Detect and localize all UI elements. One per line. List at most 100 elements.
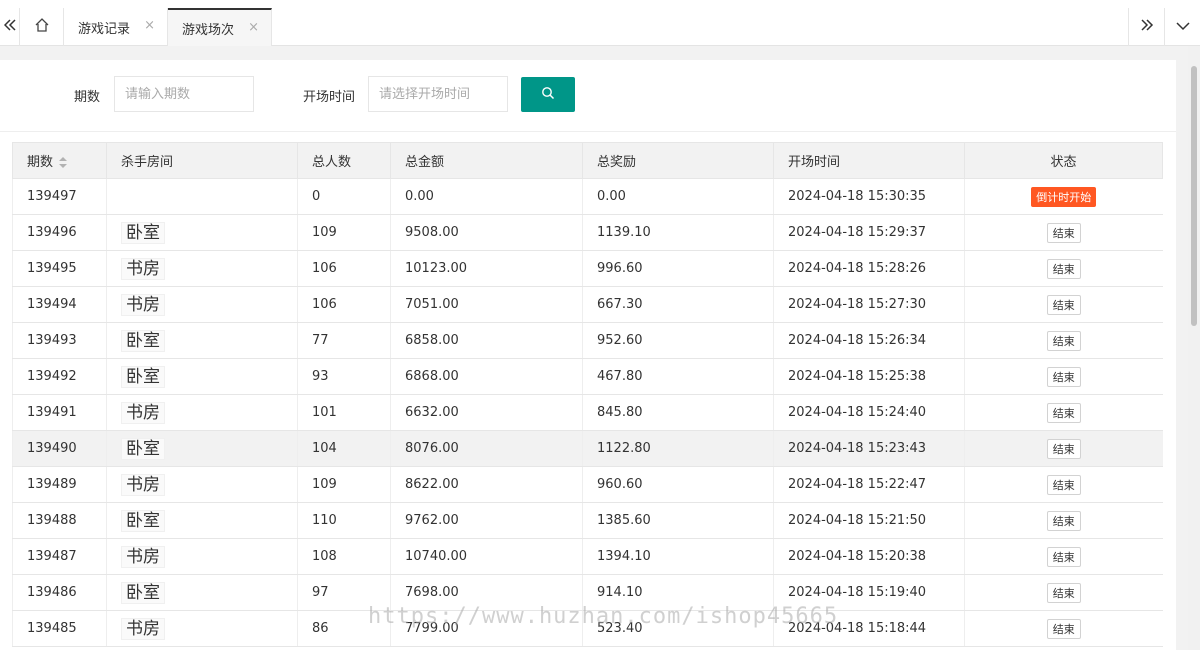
- cell-players: 86: [297, 610, 391, 647]
- cell-room: 书房: [106, 286, 298, 323]
- cell-amount: 6868.00: [390, 358, 583, 395]
- cell-amount: 9762.00: [390, 502, 583, 539]
- close-icon[interactable]: ×: [248, 20, 259, 35]
- home-tab[interactable]: [20, 8, 64, 46]
- cell-players: 97: [297, 574, 391, 611]
- cell-start-time: 2024-04-18 15:20:38: [773, 538, 965, 575]
- sort-icon[interactable]: [59, 156, 68, 169]
- cell-reward: 914.10: [582, 574, 774, 611]
- tab-game-records[interactable]: 游戏记录 ×: [64, 8, 168, 46]
- cell-status: 结束: [964, 538, 1163, 575]
- cell-start-time: 2024-04-18 15:26:34: [773, 322, 965, 359]
- cell-room: 卧室: [106, 322, 298, 359]
- search-button[interactable]: [521, 77, 575, 112]
- cell-period: 139487: [12, 538, 107, 575]
- cell-reward: 467.80: [582, 358, 774, 395]
- period-input[interactable]: [114, 76, 254, 112]
- cell-amount: 10740.00: [390, 538, 583, 575]
- tab-scroll-left-button[interactable]: [0, 8, 20, 46]
- room-name: 卧室: [121, 581, 165, 604]
- room-name: 书房: [121, 401, 165, 424]
- cell-reward: 1385.60: [582, 502, 774, 539]
- tab-bar: 游戏记录 × 游戏场次 ×: [0, 0, 1200, 46]
- tab-menu-button[interactable]: [1164, 8, 1200, 46]
- cell-start-time: 2024-04-18 15:18:44: [773, 610, 965, 647]
- start-time-input[interactable]: [368, 76, 508, 112]
- status-badge: 结束: [1046, 366, 1081, 387]
- status-badge: 结束: [1046, 222, 1081, 243]
- cell-status: 结束: [964, 322, 1163, 359]
- cell-period: 139494: [12, 286, 107, 323]
- room-name: 卧室: [121, 221, 165, 244]
- status-badge: 结束: [1046, 258, 1081, 279]
- cell-start-time: 2024-04-18 15:21:50: [773, 502, 965, 539]
- vertical-scrollbar[interactable]: [1188, 46, 1200, 650]
- cell-room: 卧室: [106, 574, 298, 611]
- status-badge: 倒计时开始: [1031, 186, 1097, 207]
- close-icon[interactable]: ×: [144, 18, 155, 33]
- cell-players: 77: [297, 322, 391, 359]
- cell-start-time: 2024-04-18 15:28:26: [773, 250, 965, 287]
- room-name: 卧室: [121, 365, 165, 388]
- status-badge: 结束: [1046, 582, 1081, 603]
- room-name: 卧室: [121, 437, 165, 460]
- cell-amount: 7799.00: [390, 610, 583, 647]
- cell-players: 101: [297, 394, 391, 431]
- cell-room: 卧室: [106, 358, 298, 395]
- cell-reward: 667.30: [582, 286, 774, 323]
- cell-reward: 996.60: [582, 250, 774, 287]
- table-row: 139486 卧室 97 7698.00 914.10 2024-04-18 15:19:…: [12, 574, 1163, 611]
- cell-status: 结束: [964, 250, 1163, 287]
- scrollbar-thumb[interactable]: [1191, 66, 1197, 326]
- cell-reward: 845.80: [582, 394, 774, 431]
- cell-period: 139490: [12, 430, 107, 467]
- period-label: 期数: [74, 90, 101, 105]
- table-row: 139491 书房 101 6632.00 845.80 2024-04-18 15:24…: [12, 394, 1163, 431]
- cell-players: 104: [297, 430, 391, 467]
- cell-amount: 9508.00: [390, 214, 583, 251]
- column-header-period[interactable]: 期数: [12, 142, 107, 179]
- column-header-players: 总人数: [297, 142, 391, 179]
- cell-players: 106: [297, 286, 391, 323]
- cell-amount: 8622.00: [390, 466, 583, 503]
- tab-game-sessions[interactable]: 游戏场次 ×: [168, 8, 272, 46]
- column-header-status: 状态: [964, 142, 1163, 179]
- cell-start-time: 2024-04-18 15:22:47: [773, 466, 965, 503]
- cell-start-time: 2024-04-18 15:29:37: [773, 214, 965, 251]
- cell-status: 结束: [964, 430, 1163, 467]
- cell-players: 106: [297, 250, 391, 287]
- room-name: 卧室: [121, 509, 165, 532]
- table-row: 139493 卧室 77 6858.00 952.60 2024-04-18 15:26:…: [12, 322, 1163, 359]
- cell-reward: 523.40: [582, 610, 774, 647]
- room-name: 书房: [121, 293, 165, 316]
- search-bar: 期数 开场时间: [0, 60, 1176, 132]
- cell-reward: 960.60: [582, 466, 774, 503]
- cell-room: 书房: [106, 394, 298, 431]
- cell-reward: 1394.10: [582, 538, 774, 575]
- cell-status: 结束: [964, 574, 1163, 611]
- status-badge: 结束: [1046, 330, 1081, 351]
- cell-room: [106, 178, 298, 215]
- cell-status: 结束: [964, 358, 1163, 395]
- cell-players: 0: [297, 178, 391, 215]
- column-header-room: 杀手房间: [106, 142, 298, 179]
- cell-players: 93: [297, 358, 391, 395]
- cell-period: 139495: [12, 250, 107, 287]
- cell-reward: 1139.10: [582, 214, 774, 251]
- status-badge: 结束: [1046, 510, 1081, 531]
- cell-period: 139497: [12, 178, 107, 215]
- column-header-start-time: 开场时间: [773, 142, 965, 179]
- cell-reward: 0.00: [582, 178, 774, 215]
- tab-scroll-right-button[interactable]: [1128, 8, 1164, 46]
- cell-amount: 0.00: [390, 178, 583, 215]
- status-badge: 结束: [1046, 438, 1081, 459]
- search-icon: [541, 86, 555, 104]
- status-badge: 结束: [1046, 546, 1081, 567]
- cell-start-time: 2024-04-18 15:23:43: [773, 430, 965, 467]
- status-badge: 结束: [1046, 474, 1081, 495]
- table-row: 139496 卧室 109 9508.00 1139.10 2024-04-18 15:2…: [12, 214, 1163, 251]
- table-row: 139497 0 0.00 0.00 2024-04-18 15:30:35 倒计时开始: [12, 178, 1163, 215]
- status-badge: 结束: [1046, 294, 1081, 315]
- table-row: 139487 书房 108 10740.00 1394.10 2024-04-18 15:…: [12, 538, 1163, 575]
- table-row: 139488 卧室 110 9762.00 1385.60 2024-04-18 15:2…: [12, 502, 1163, 539]
